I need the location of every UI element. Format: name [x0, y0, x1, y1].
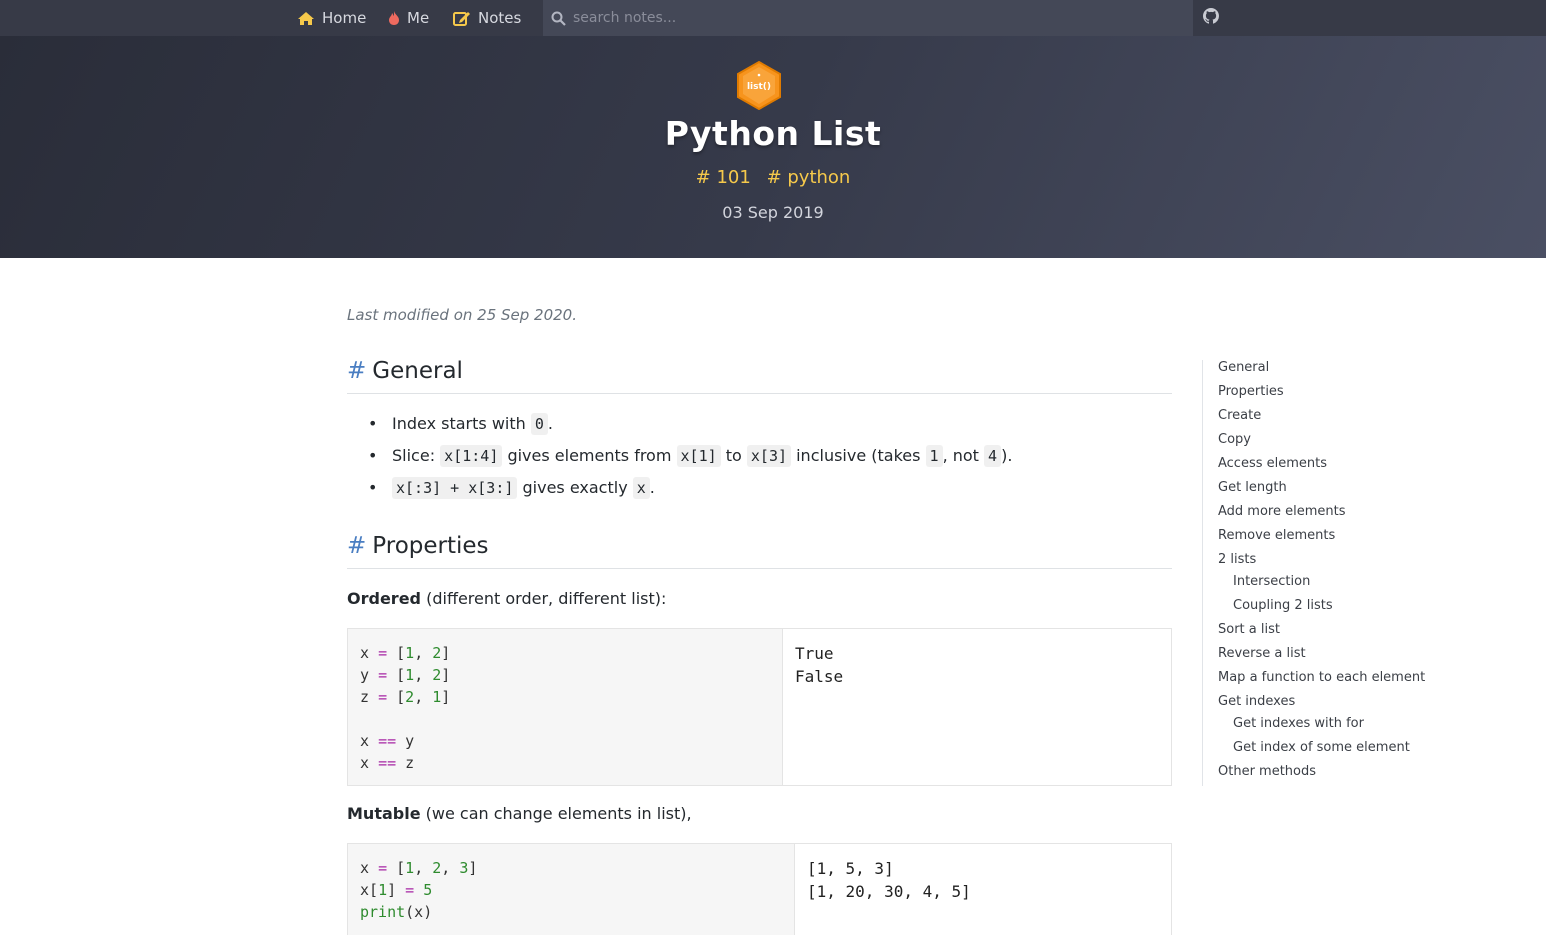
list-logo-icon: list()	[737, 60, 781, 110]
toc-item-general[interactable]: General	[1218, 360, 1269, 375]
toc-item-add-more-elements[interactable]: Add more elements	[1218, 504, 1346, 519]
post-header: list() Python List # 101 # python 03 Sep…	[0, 36, 1546, 258]
code-output: [1, 5, 3] [1, 20, 30, 4, 5]	[795, 844, 1171, 935]
inline-code: 0	[530, 413, 548, 435]
bullet-text: .	[649, 478, 655, 497]
toc-item-create[interactable]: Create	[1218, 408, 1261, 423]
bold-term: Ordered	[347, 589, 421, 608]
nav-notes-label: Notes	[478, 9, 522, 27]
top-navbar: Home Me Notes	[0, 0, 1546, 36]
bullet-text: Index starts with	[392, 414, 526, 433]
bullet-text: to	[725, 446, 742, 465]
code-example-mutable: x = [1, 2, 3] x[1] = 5 print(x) [1, 5, 3…	[347, 843, 1172, 935]
output-text: [1, 5, 3] [1, 20, 30, 4, 5]	[807, 859, 971, 901]
tag-python[interactable]: # python	[767, 167, 851, 188]
tag-list: # 101 # python	[0, 167, 1546, 188]
toc-item-reverse-a-list[interactable]: Reverse a list	[1218, 646, 1306, 661]
section-heading-properties: # Properties	[347, 533, 1172, 569]
tag-101[interactable]: # 101	[696, 167, 751, 188]
anchor-link[interactable]: #	[347, 358, 366, 384]
nav-notes-link[interactable]: Notes	[453, 0, 521, 36]
toc-item-remove-elements[interactable]: Remove elements	[1218, 528, 1335, 543]
search-icon	[551, 11, 566, 26]
code-example-ordered: x = [1, 2] y = [1, 2] z = [2, 1] x == y …	[347, 628, 1172, 786]
last-modified-note: Last modified on 25 Sep 2020.	[347, 306, 577, 324]
toc-item-other-methods[interactable]: Other methods	[1218, 764, 1316, 779]
toc-item-coupling-2-lists[interactable]: Coupling 2 lists	[1233, 598, 1333, 613]
nav-me-link[interactable]: Me	[388, 0, 429, 36]
search-bar	[543, 0, 1193, 36]
nav-home-label: Home	[322, 9, 367, 27]
edit-icon	[453, 10, 471, 26]
github-icon[interactable]	[1203, 8, 1219, 28]
bullet-text: .	[547, 414, 553, 433]
nav-me-label: Me	[407, 9, 430, 27]
inline-code: x[1]	[676, 445, 721, 467]
bullet-text: gives exactly	[522, 478, 628, 497]
bullet-text: ).	[1001, 446, 1013, 465]
code-input: x = [1, 2, 3] x[1] = 5 print(x)	[348, 844, 795, 935]
table-of-contents: General Properties Create Copy Access el…	[1202, 360, 1425, 786]
inline-code: x[3]	[746, 445, 792, 467]
toc-item-get-indexes[interactable]: Get indexes	[1218, 694, 1295, 709]
bullet-text: inclusive (takes	[796, 446, 921, 465]
toc-item-intersection[interactable]: Intersection	[1233, 574, 1310, 589]
mutable-paragraph: Mutable (we can change elements in list)…	[347, 804, 692, 823]
inline-code: 1	[925, 445, 943, 467]
inline-code: x[1:4]	[440, 445, 503, 467]
toc-item-get-indexes-with-for[interactable]: Get indexes with for	[1233, 716, 1364, 731]
section-heading-general: # General	[347, 358, 1172, 394]
toc-item-access-elements[interactable]: Access elements	[1218, 456, 1327, 471]
output-text: True False	[795, 644, 844, 686]
paragraph-text: (different order, different list):	[426, 589, 667, 608]
toc-item-copy[interactable]: Copy	[1218, 432, 1251, 447]
inline-code: 4	[984, 445, 1002, 467]
nav-home-link[interactable]: Home	[297, 0, 366, 36]
inline-code: x[:3] + x[3:]	[392, 477, 518, 499]
fire-icon	[388, 10, 400, 26]
svg-text:list(): list()	[747, 82, 771, 92]
inline-code: x	[632, 477, 650, 499]
toc-item-get-index-of-some-element[interactable]: Get index of some element	[1233, 740, 1410, 755]
code-output: True False	[783, 629, 1171, 785]
anchor-link[interactable]: #	[347, 533, 366, 559]
bullet-text: Slice:	[392, 446, 436, 465]
home-icon	[297, 11, 315, 26]
toc-item-2-lists[interactable]: 2 lists	[1218, 552, 1256, 567]
toc-item-properties[interactable]: Properties	[1218, 384, 1284, 399]
heading-text: Properties	[372, 533, 489, 559]
page-title: Python List	[664, 114, 882, 153]
post-date: 03 Sep 2019	[722, 203, 824, 222]
paragraph-text: (we can change elements in list),	[425, 804, 692, 823]
toc-item-get-length[interactable]: Get length	[1218, 480, 1287, 495]
bullet-text: , not	[942, 446, 979, 465]
search-input[interactable]	[573, 10, 1173, 26]
bullet-text: gives elements from	[507, 446, 672, 465]
toc-item-sort-a-list[interactable]: Sort a list	[1218, 622, 1280, 637]
bold-term: Mutable	[347, 804, 421, 823]
heading-text: General	[372, 358, 463, 384]
ordered-paragraph: Ordered (different order, different list…	[347, 589, 666, 608]
code-input: x = [1, 2] y = [1, 2] z = [2, 1] x == y …	[348, 629, 783, 785]
toc-item-map-a-function[interactable]: Map a function to each element	[1218, 670, 1425, 685]
